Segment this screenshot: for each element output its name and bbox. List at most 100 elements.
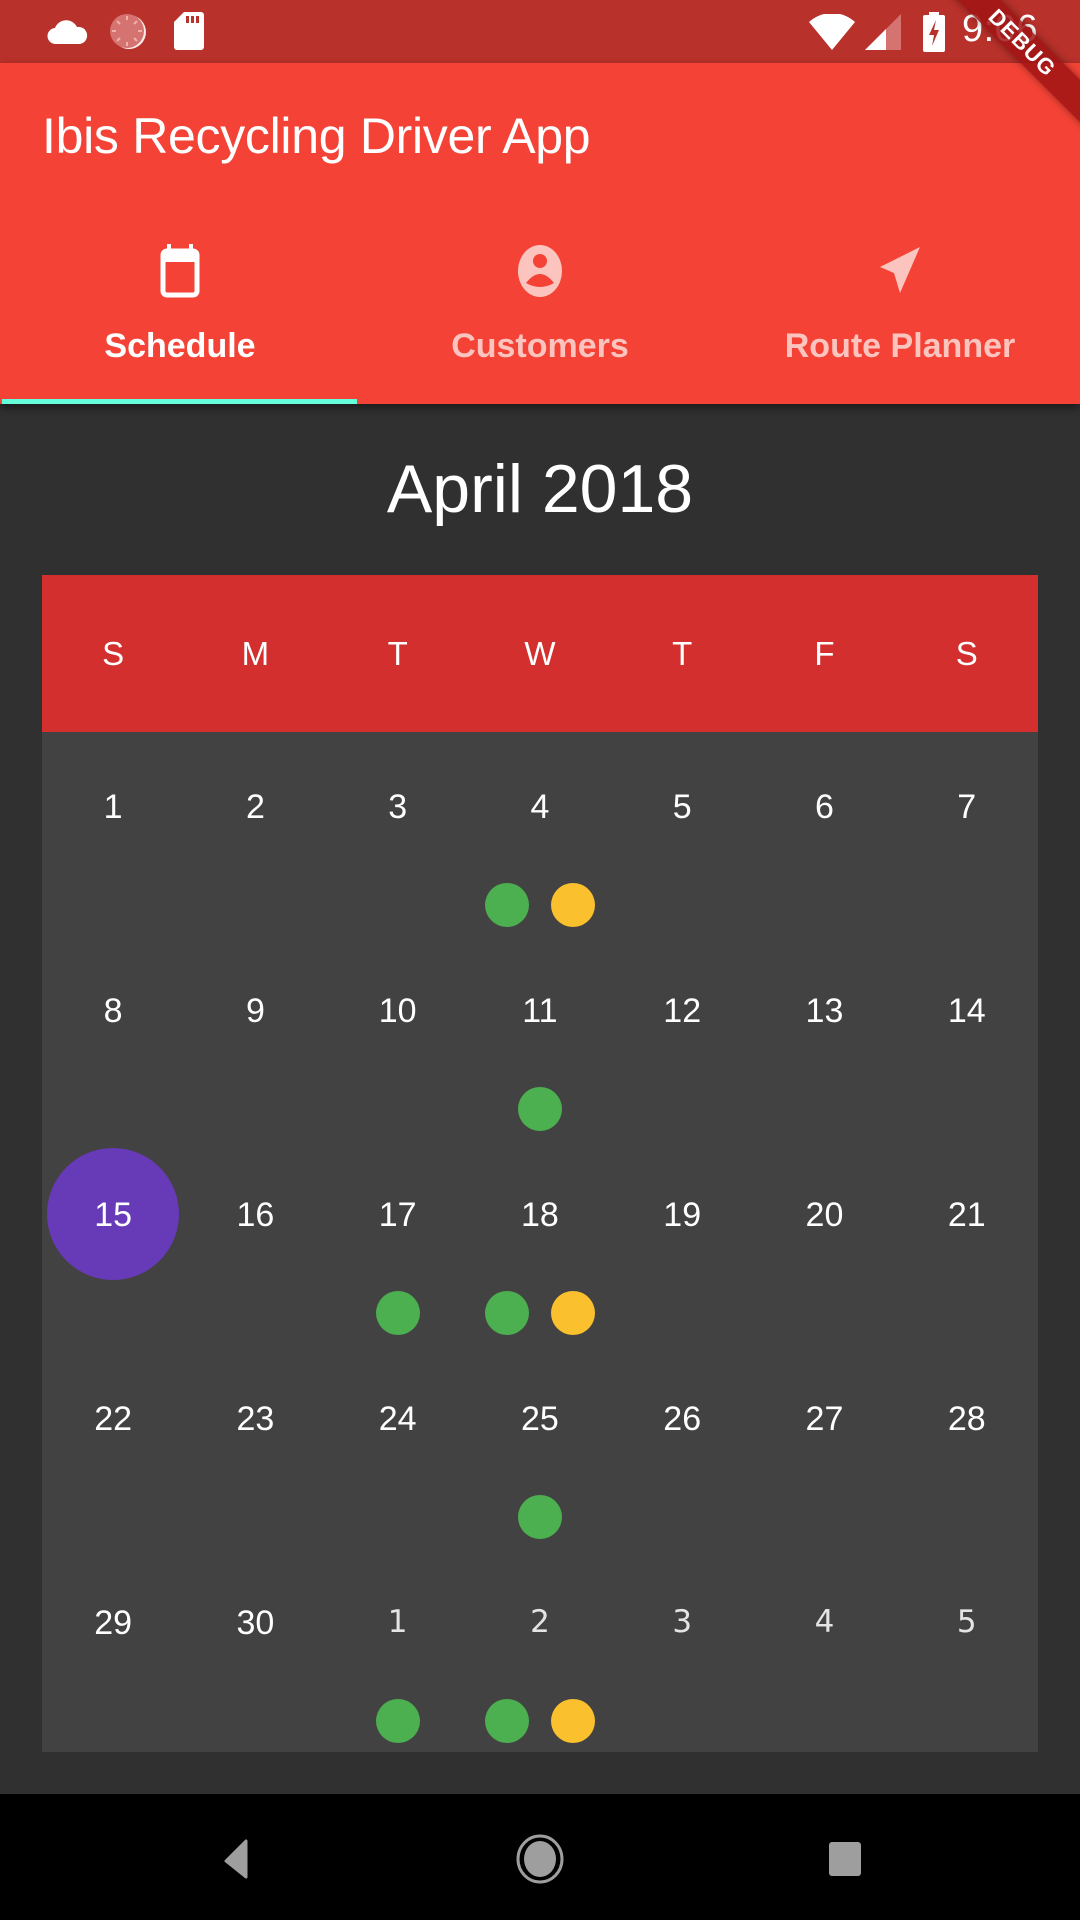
calendar-day[interactable]: 30 xyxy=(184,1548,326,1752)
day-number: 17 xyxy=(378,1196,417,1234)
calendar: S M T W T F S 1 2 3 4 5 6 7 8 9 10 11 12 13 14 15 16 17 1… xyxy=(42,575,1038,1752)
day-number: 19 xyxy=(663,1196,702,1234)
calendar-day[interactable]: 3 xyxy=(327,732,469,936)
event-indicators xyxy=(469,1495,611,1539)
calendar-day[interactable]: 9 xyxy=(184,936,326,1140)
event-dot-yellow xyxy=(550,1699,595,1743)
day-number: 10 xyxy=(378,992,417,1030)
day-number: 1 xyxy=(387,1604,408,1640)
calendar-day[interactable]: 6 xyxy=(753,732,895,936)
sync-loading-icon xyxy=(110,14,146,49)
day-number: 30 xyxy=(236,1604,275,1642)
calendar-day[interactable]: 1 xyxy=(327,1548,469,1752)
calendar-day[interactable]: 8 xyxy=(42,936,184,1140)
home-icon[interactable] xyxy=(513,1832,567,1886)
recents-icon[interactable] xyxy=(819,1834,869,1884)
calendar-day[interactable]: 14 xyxy=(896,936,1038,1140)
day-number: 3 xyxy=(388,788,408,826)
account-circle-icon xyxy=(518,245,562,297)
calendar-day[interactable]: 17 xyxy=(327,1140,469,1344)
calendar-day[interactable]: 11 xyxy=(469,936,611,1140)
schedule-page: April 2018 S M T W T F S 1 2 3 4 5 6 7 8 9 10 11 12… xyxy=(0,404,1080,1794)
calendar-day[interactable]: 1 xyxy=(42,732,184,936)
calendar-grid: 1 2 3 4 5 6 7 8 9 10 11 12 13 14 15 16 17 18 19 20 21 22 23 24 2… xyxy=(42,732,1038,1752)
calendar-day[interactable]: 5 xyxy=(611,732,753,936)
event-indicators xyxy=(327,1291,469,1335)
day-number: 27 xyxy=(805,1400,844,1438)
calendar-day[interactable]: 29 xyxy=(42,1548,184,1752)
calendar-day[interactable]: 4 xyxy=(469,732,611,936)
calendar-day[interactable]: 3 xyxy=(611,1548,753,1752)
event-dot-yellow xyxy=(550,883,595,927)
wifi-icon xyxy=(809,14,855,50)
event-dot-green xyxy=(484,1699,529,1743)
calendar-day[interactable]: 22 xyxy=(42,1344,184,1548)
weekday-label: S xyxy=(102,635,125,672)
app-bar: Ibis Recycling Driver App Schedule Custo… xyxy=(0,63,1080,404)
event-dot-green xyxy=(517,1087,562,1131)
calendar-day[interactable]: 19 xyxy=(611,1140,753,1344)
calendar-day[interactable]: 16 xyxy=(184,1140,326,1344)
calendar-day[interactable]: 18 xyxy=(469,1140,611,1344)
month-title: April 2018 xyxy=(386,451,694,527)
system-nav-bar xyxy=(0,1794,1080,1920)
calendar-day[interactable]: 25 xyxy=(469,1344,611,1548)
calendar-day[interactable]: 26 xyxy=(611,1344,753,1548)
day-number: 11 xyxy=(522,992,558,1030)
day-number: 4 xyxy=(814,1604,835,1640)
day-number: 5 xyxy=(672,788,692,826)
cell-signal-icon xyxy=(865,14,901,50)
event-dot-green xyxy=(375,1291,420,1335)
weekday-label: M xyxy=(241,635,270,672)
weekday-label: W xyxy=(524,635,556,672)
day-number: 25 xyxy=(521,1400,559,1438)
event-dot-green xyxy=(375,1699,420,1743)
calendar-day[interactable]: 20 xyxy=(753,1140,895,1344)
navigation-icon xyxy=(880,247,920,293)
day-number: 13 xyxy=(805,992,844,1030)
cloud-icon xyxy=(47,20,88,44)
tab-label: Customers xyxy=(451,327,629,365)
calendar-day[interactable]: 27 xyxy=(753,1344,895,1548)
event-dot-green xyxy=(484,1291,529,1335)
day-number: 20 xyxy=(805,1196,844,1234)
day-number: 29 xyxy=(94,1604,133,1642)
day-number: 21 xyxy=(947,1196,986,1234)
weekday-label: S xyxy=(955,635,978,672)
calendar-day[interactable]: 24 xyxy=(327,1344,469,1548)
day-number: 16 xyxy=(236,1196,275,1234)
calendar-day[interactable]: 12 xyxy=(611,936,753,1140)
tab-label: Route Planner xyxy=(784,327,1016,365)
calendar-day[interactable]: 7 xyxy=(896,732,1038,936)
tab-bar: Schedule Customers Route Planner xyxy=(0,223,1080,404)
tab-route-planner[interactable]: Route Planner xyxy=(720,223,1080,404)
tab-label: Schedule xyxy=(104,327,256,365)
calendar-day[interactable]: 10 xyxy=(327,936,469,1140)
event-indicators xyxy=(469,883,611,927)
day-number: 12 xyxy=(663,992,702,1030)
tab-indicator xyxy=(2,399,357,404)
calendar-day[interactable]: 21 xyxy=(896,1140,1038,1344)
back-icon[interactable] xyxy=(216,1834,266,1884)
day-number: 5 xyxy=(956,1604,977,1640)
calendar-day[interactable]: 5 xyxy=(896,1548,1038,1752)
calendar-day[interactable]: 28 xyxy=(896,1344,1038,1548)
day-number: 2 xyxy=(245,788,265,826)
calendar-day[interactable]: 13 xyxy=(753,936,895,1140)
tab-customers[interactable]: Customers xyxy=(360,223,720,404)
event-dot-green xyxy=(484,883,529,927)
calendar-day[interactable]: 4 xyxy=(753,1548,895,1752)
weekday-label: T xyxy=(387,635,408,672)
calendar-day[interactable]: 2 xyxy=(469,1548,611,1752)
tab-schedule[interactable]: Schedule xyxy=(0,223,360,404)
calendar-day[interactable]: 2 xyxy=(184,732,326,936)
calendar-day[interactable]: 23 xyxy=(184,1344,326,1548)
day-number: 7 xyxy=(957,788,977,826)
calendar-day-today[interactable]: 15 xyxy=(42,1140,184,1344)
status-bar: 9:06 xyxy=(0,0,1080,63)
day-number: 24 xyxy=(378,1400,417,1438)
event-dot-yellow xyxy=(550,1291,595,1335)
day-number: 26 xyxy=(663,1400,702,1438)
calendar-icon xyxy=(160,244,200,298)
weekday-label: T xyxy=(672,635,693,672)
